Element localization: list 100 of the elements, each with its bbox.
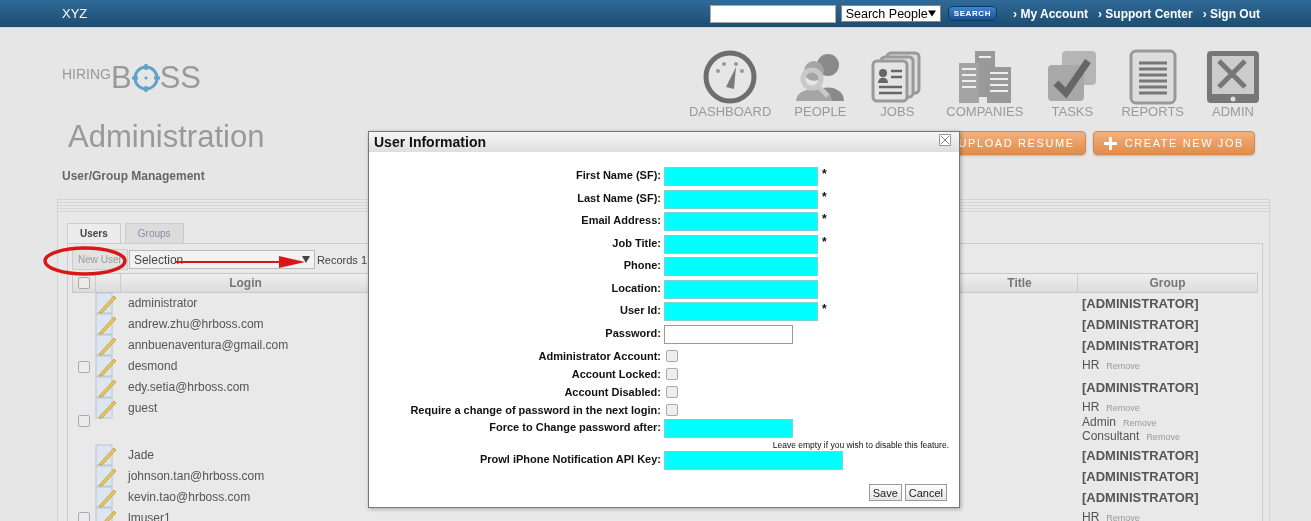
group-name: [ADMINISTRATOR]: [1082, 316, 1199, 334]
select-all-checkbox[interactable]: [78, 277, 90, 289]
input-field[interactable]: [664, 167, 818, 186]
caret-icon: [927, 10, 936, 17]
field-label: Email Address:: [581, 214, 662, 226]
remove-link[interactable]: Remove: [1146, 431, 1180, 445]
pencil-icon[interactable]: [95, 485, 117, 508]
field-label: Job Title:: [612, 236, 662, 249]
save-button[interactable]: Save: [868, 484, 902, 501]
section-title: User/Group Management: [62, 169, 205, 183]
pencil-icon[interactable]: [95, 334, 117, 356]
pencil-icon[interactable]: [95, 443, 117, 466]
create-button[interactable]: CREATE NEW JOB: [1092, 131, 1255, 155]
row-checkbox[interactable]: [77, 415, 90, 428]
required-marker: *: [822, 212, 827, 226]
input-field[interactable]: [664, 212, 818, 231]
nav-link[interactable]: PEOPLE: [792, 49, 849, 119]
table-cell-text: guest: [128, 400, 158, 417]
column-header: Group: [1149, 276, 1186, 290]
required-marker: *: [822, 234, 827, 249]
field-label: Password:: [605, 326, 662, 339]
field-label: Last Name (SF):: [577, 191, 662, 204]
column-header: Title: [1007, 276, 1032, 290]
table-cell-text: Jade: [128, 446, 155, 464]
search-scope-dropdown[interactable]: Search People: [840, 5, 941, 22]
group-name: [ADMINISTRATOR]: [1082, 446, 1199, 465]
field-label: First Name (SF):: [576, 169, 662, 181]
pencil-icon[interactable]: [95, 397, 117, 419]
input-field[interactable]: [664, 419, 793, 438]
group-name: HR: [1082, 401, 1100, 415]
search-button[interactable]: SEARCH: [947, 6, 998, 21]
pencil-icon[interactable]: [95, 376, 117, 398]
gauge-icon: [702, 49, 759, 105]
nav-link[interactable]: DASHBOARD: [688, 49, 772, 119]
required-marker: *: [822, 189, 827, 204]
page-title: Administration: [68, 119, 265, 155]
column-header: Login: [229, 276, 262, 290]
nav-link[interactable]: TASKS: [1044, 49, 1101, 119]
close-button[interactable]: [939, 134, 951, 146]
header-link[interactable]: › My Account: [1013, 6, 1088, 21]
field-hint: Leave empty if you wish to disable this feature.: [772, 439, 949, 451]
search-field[interactable]: [709, 4, 836, 23]
nav-link[interactable]: REPORTS: [1121, 49, 1184, 119]
table-cell-text: edy.setia@hrboss.com: [128, 379, 250, 396]
table-cell-text: desmond: [128, 358, 178, 375]
group-name: [ADMINISTRATOR]: [1082, 337, 1199, 355]
nav-link[interactable]: ADMIN: [1205, 49, 1261, 119]
input-field[interactable]: [664, 257, 818, 276]
checkbox[interactable]: [666, 368, 678, 380]
field-label: Account Disabled:: [564, 386, 662, 398]
remove-link[interactable]: Remove: [1106, 511, 1140, 521]
caret-icon: [301, 256, 310, 263]
field-label: Require a change of password in the next login:: [410, 404, 662, 416]
input-field[interactable]: [664, 450, 843, 470]
input-field[interactable]: [664, 302, 818, 321]
tab[interactable]: Users: [67, 223, 121, 243]
tools-icon: [1205, 49, 1261, 105]
field-label: Location:: [611, 281, 662, 294]
table-cell-text: lmuser1: [128, 509, 171, 521]
row-checkbox[interactable]: [77, 360, 90, 373]
group-name: [ADMINISTRATOR]: [1082, 488, 1199, 507]
header-link[interactable]: › Support Center: [1098, 6, 1193, 21]
field-label: User Id:: [620, 304, 662, 316]
table-cell-text: johnson.tan@hrboss.com: [128, 467, 265, 485]
remove-link[interactable]: Remove: [1106, 402, 1140, 416]
row-checkbox[interactable]: [77, 512, 90, 521]
input-field[interactable]: [664, 189, 818, 209]
plus-icon: [1103, 136, 1117, 150]
nav-link[interactable]: COMPANIES: [946, 49, 1024, 119]
group-name: [ADMINISTRATOR]: [1082, 379, 1199, 397]
records-count: Records 1: [316, 253, 368, 266]
cancel-button[interactable]: Cancel: [904, 484, 947, 501]
pencil-icon[interactable]: [95, 355, 117, 377]
site-name: XYZ: [62, 6, 88, 21]
checkbox[interactable]: [666, 350, 678, 362]
field-label: Phone:: [623, 259, 662, 271]
required-marker: *: [822, 302, 827, 316]
field-label: Prowl iPhone Notification API Key:: [479, 452, 662, 465]
pencil-icon[interactable]: [95, 292, 117, 314]
pencil-icon[interactable]: [95, 313, 117, 335]
group-name: [ADMINISTRATOR]: [1082, 467, 1199, 486]
field-label: Administrator Account:: [538, 350, 662, 362]
pencil-icon[interactable]: [95, 464, 117, 487]
group-name: HR: [1082, 510, 1100, 521]
group-name: Consultant: [1082, 430, 1140, 444]
field-label: Account Locked:: [571, 368, 662, 380]
checkbox[interactable]: [666, 404, 678, 416]
header-link[interactable]: › Sign Out: [1202, 6, 1260, 21]
buildings-icon: [956, 49, 1013, 105]
checkbox[interactable]: [666, 386, 678, 398]
table-cell-text: andrew.zhu@hrboss.com: [128, 316, 264, 333]
remove-link[interactable]: Remove: [1106, 360, 1140, 374]
input-field[interactable]: [664, 279, 818, 299]
input-field[interactable]: [664, 234, 818, 254]
tab[interactable]: Groups: [124, 223, 184, 243]
remove-link[interactable]: Remove: [1123, 416, 1157, 430]
selection-dropdown[interactable]: Selection: [128, 250, 315, 269]
password-field[interactable]: [664, 324, 793, 344]
nav-link[interactable]: JOBS: [869, 49, 926, 119]
field-label: Force to Change password after:: [489, 421, 662, 433]
